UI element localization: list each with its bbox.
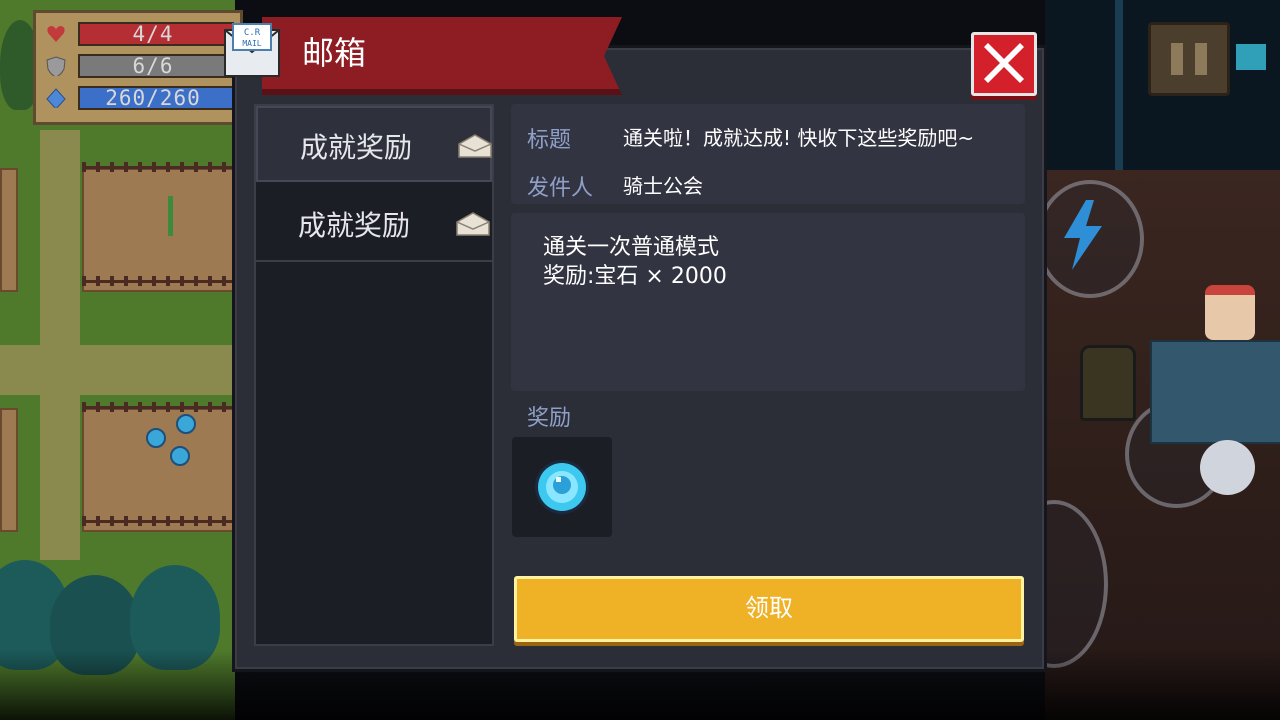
mail-content-panel: 通关一次普通模式 奖励:宝石 × 2000 (511, 213, 1025, 391)
mail-header-panel: 标题 通关啦！成就达成! 快收下这些奖励吧~ 发件人 骑士公会 (511, 104, 1025, 204)
mail-icon-text-top: C.R (244, 28, 261, 38)
armor-value: 6/6 (132, 54, 174, 78)
lightning-icon (1064, 200, 1102, 270)
blue-flower-icon (170, 446, 190, 466)
gem-icon (535, 460, 589, 514)
close-x-icon (984, 43, 1024, 83)
npc-character (1200, 440, 1255, 495)
reward-label: 奖励 (527, 406, 572, 431)
health-stat: 4/4 (44, 21, 234, 47)
mail-icon-text-bottom: MAIL (242, 39, 261, 48)
mail-list-item-label: 成就奖励 (300, 131, 413, 164)
status-flag-icon (1236, 44, 1266, 70)
armor-stat: 6/6 (44, 53, 234, 79)
garden-plot-flowers (82, 408, 246, 532)
energy-crystal-icon (46, 88, 66, 108)
npc-character (1205, 285, 1255, 340)
fence-bottom (82, 516, 242, 526)
blue-flower-icon (146, 428, 166, 448)
energy-stat: 260/260 (44, 85, 234, 111)
sender-value: 骑士公会 (623, 174, 703, 198)
workbench (1150, 340, 1280, 444)
blue-flower-icon (176, 414, 196, 434)
mail-icon: C.R MAIL (224, 23, 280, 77)
envelope-opened-icon (456, 212, 490, 236)
garden-plot-edge (0, 408, 18, 532)
dialog-title: 邮箱 (302, 34, 367, 72)
mail-list-item-label: 成就奖励 (298, 209, 411, 242)
garden-path (0, 345, 235, 395)
sender-label: 发件人 (527, 176, 594, 201)
envelope-opened-icon (458, 134, 492, 158)
claim-button[interactable]: 领取 (514, 576, 1024, 642)
shield-icon (46, 56, 66, 76)
mail-content-line: 奖励:宝石 × 2000 (543, 264, 727, 289)
mail-list-item[interactable]: 成就奖励 (256, 186, 492, 262)
reward-slot (512, 437, 612, 537)
health-value: 4/4 (132, 22, 174, 46)
fence-bottom (82, 276, 242, 286)
mail-list: 成就奖励 成就奖励 (254, 104, 494, 646)
energy-value: 260/260 (105, 86, 201, 110)
sprout-icon (168, 196, 173, 236)
garden-plot-sprout (82, 168, 246, 292)
subject-value: 通关啦！成就达成! 快收下这些奖励吧~ (623, 126, 975, 150)
garden-path-vertical (40, 130, 80, 560)
player-stats-panel: 4/4 6/6 260/260 (33, 10, 243, 125)
fence-top (82, 162, 242, 172)
mail-list-item[interactable]: 成就奖励 (256, 106, 492, 182)
garden-plot-edge (0, 168, 18, 292)
mail-content-line: 通关一次普通模式 (543, 235, 720, 260)
fence-top (82, 402, 242, 412)
subject-label: 标题 (527, 128, 572, 153)
close-button[interactable] (971, 32, 1037, 96)
pause-button[interactable] (1148, 22, 1230, 96)
wall-pipe (1115, 0, 1123, 170)
knight-character (1080, 345, 1136, 421)
heart-icon (47, 26, 65, 42)
